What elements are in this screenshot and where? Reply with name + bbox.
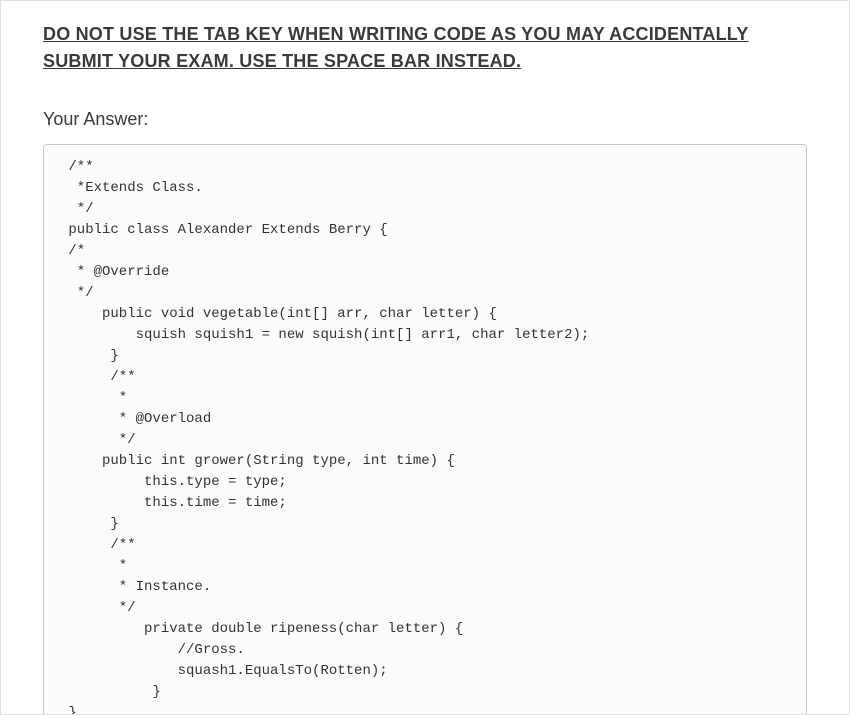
answer-code-box[interactable]: /** *Extends Class. */ public class Alex… [43,144,807,715]
answer-label: Your Answer: [43,109,807,130]
warning-heading: DO NOT USE THE TAB KEY WHEN WRITING CODE… [43,21,807,75]
content-area: DO NOT USE THE TAB KEY WHEN WRITING CODE… [1,1,849,715]
page-container: DO NOT USE THE TAB KEY WHEN WRITING CODE… [0,0,850,715]
